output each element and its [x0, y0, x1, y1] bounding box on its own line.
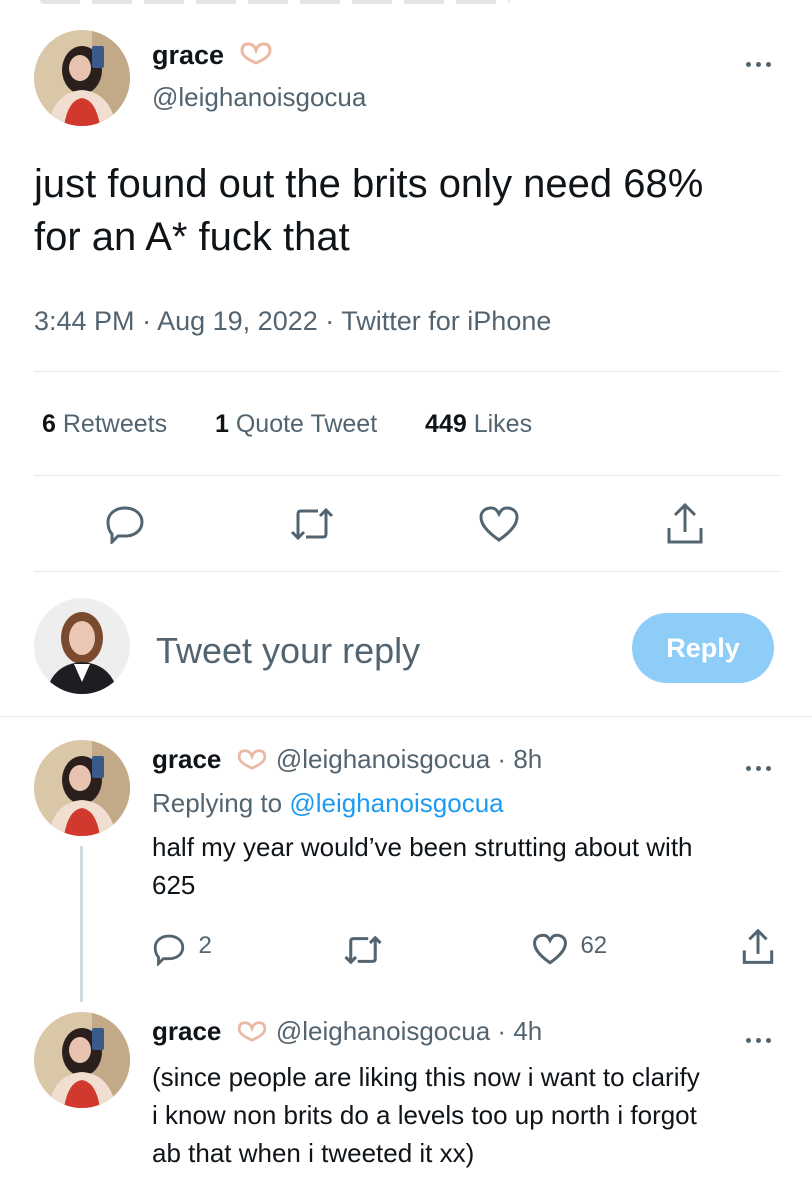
heart-hands-emoji-icon: [238, 41, 274, 72]
divider: [34, 571, 780, 572]
reply-more-options-icon[interactable]: [746, 1030, 786, 1043]
meta-separator: ·: [325, 306, 342, 336]
meta-separator: ·: [497, 744, 514, 774]
reply-text: (since people are liking this now i want…: [152, 1058, 792, 1172]
retweets-stat[interactable]: 6 Retweets: [42, 410, 167, 438]
like-count: 62: [580, 932, 608, 960]
author-name[interactable]: grace: [152, 40, 224, 70]
divider: [34, 371, 780, 372]
likes-count: 449: [425, 410, 467, 438]
divider: [34, 475, 780, 476]
replying-to-label: Replying to: [152, 788, 283, 818]
meta-separator: ·: [497, 1016, 514, 1046]
replying-to-link[interactable]: @leighanoisgocua: [289, 788, 503, 818]
share-action-icon[interactable]: [664, 502, 706, 551]
reply-text-line: 625: [152, 870, 196, 900]
reply-button[interactable]: Reply: [632, 613, 774, 683]
reply-count: 2: [198, 932, 212, 960]
reply-author-handle[interactable]: @leighanoisgocua: [276, 1016, 490, 1046]
thread-connector-line: [80, 846, 83, 1002]
tweet-text: just found out the brits only need 68% f…: [34, 162, 704, 259]
cropped-top-strip: [0, 0, 540, 22]
reply-comment-action[interactable]: 2: [152, 932, 212, 967]
divider: [0, 716, 812, 717]
like-icon: [533, 933, 567, 965]
tweet-meta: 3:44 PM · Aug 19, 2022 · Twitter for iPh…: [34, 306, 551, 337]
reply-text-line: ab that when i tweeted it xx): [152, 1138, 475, 1168]
reply-action-icon[interactable]: [104, 504, 146, 549]
reply-header: grace @leighanoisgocua · 8h: [152, 744, 542, 777]
tweet-time[interactable]: 3:44 PM: [34, 306, 135, 336]
author-avatar[interactable]: [34, 30, 130, 126]
reply-header: grace @leighanoisgocua · 4h: [152, 1016, 542, 1049]
reply-author-avatar[interactable]: [34, 740, 130, 836]
reply-author-handle[interactable]: @leighanoisgocua: [276, 744, 490, 774]
reply-share-icon[interactable]: [740, 928, 776, 971]
reply-more-options-icon[interactable]: [746, 758, 786, 771]
retweets-count: 6: [42, 410, 56, 438]
reply-text-line: half my year would’ve been strutting abo…: [152, 832, 693, 862]
reply-author-name[interactable]: grace: [152, 1016, 221, 1046]
heart-hands-emoji-icon: [235, 746, 269, 777]
reply-input[interactable]: Tweet your reply: [156, 630, 420, 672]
reply-text: half my year would’ve been strutting abo…: [152, 828, 782, 904]
replying-to-line: Replying to @leighanoisgocua: [152, 788, 504, 819]
reply-text-line: (since people are liking this now i want…: [152, 1062, 700, 1092]
likes-label: Likes: [473, 410, 533, 438]
reply-author-name[interactable]: grace: [152, 744, 221, 774]
author-name-row: grace: [152, 40, 274, 72]
retweet-action-icon[interactable]: [288, 506, 336, 547]
current-user-avatar[interactable]: [34, 598, 130, 694]
retweets-label: Retweets: [62, 410, 168, 438]
quotes-count: 1: [214, 410, 229, 438]
meta-separator: ·: [142, 306, 158, 336]
reply-age[interactable]: 8h: [513, 744, 542, 774]
heart-hands-emoji-icon: [235, 1018, 269, 1049]
reply-retweet-icon[interactable]: [342, 934, 384, 971]
tweet-stats: 6 Retweets 1 Quote Tweet 449 Likes: [42, 410, 532, 439]
tweet-date[interactable]: Aug 19, 2022: [157, 306, 318, 336]
reply-like-action[interactable]: 62: [532, 932, 607, 966]
reply-author-avatar[interactable]: [34, 1012, 130, 1108]
quotes-label: Quote Tweet: [235, 410, 378, 438]
reply-icon: [153, 934, 185, 967]
quotes-stat[interactable]: 1 Quote Tweet: [215, 410, 377, 438]
reply-age[interactable]: 4h: [513, 1016, 542, 1046]
likes-stat[interactable]: 449 Likes: [425, 410, 532, 438]
author-handle[interactable]: @leighanoisgocua: [152, 82, 366, 113]
like-action-icon[interactable]: [478, 505, 520, 548]
more-options-icon[interactable]: [746, 54, 786, 67]
tweet-source[interactable]: Twitter for iPhone: [341, 306, 551, 336]
reply-text-line: i know non brits do a levels too up nort…: [152, 1100, 697, 1130]
